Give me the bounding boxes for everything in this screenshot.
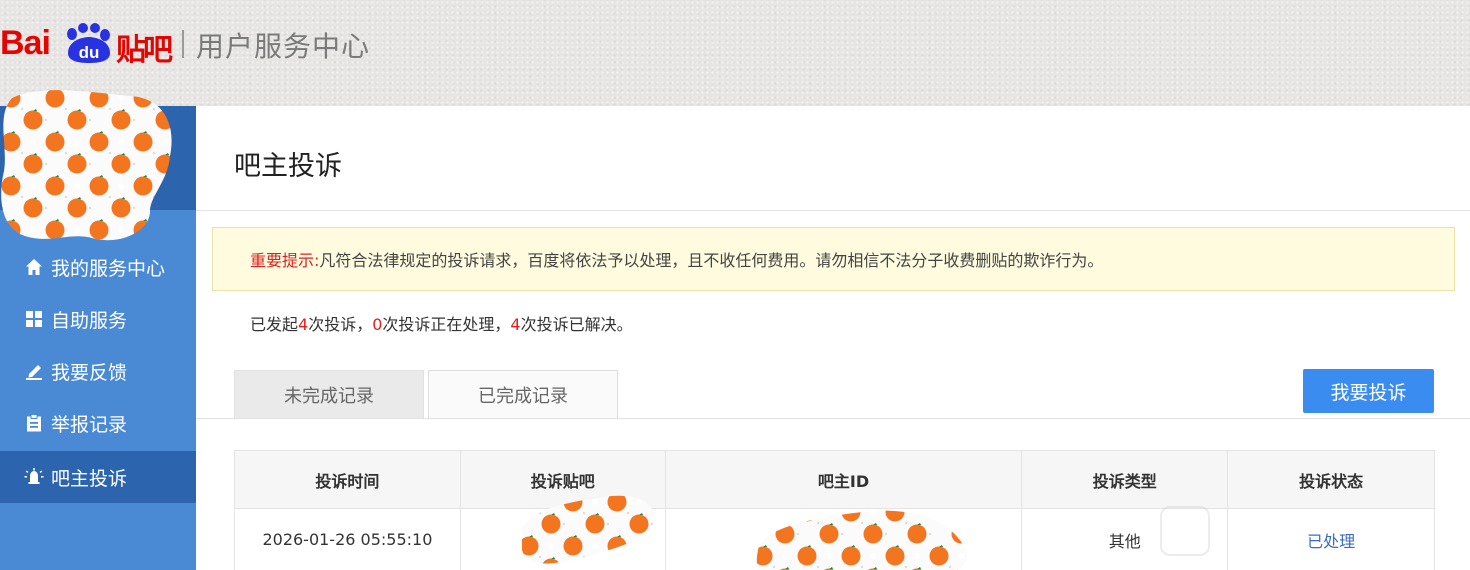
summary-total-count: 4 [298, 315, 309, 334]
cell-status: 已处理 [1227, 508, 1435, 570]
logo-bai-text: Bai [0, 24, 51, 62]
logo-du-text: du [79, 43, 100, 62]
column-header-status: 投诉状态 [1227, 450, 1435, 509]
summary-text-3: 次投诉已解决。 [520, 315, 633, 334]
tabs-divider [196, 418, 1470, 419]
important-notice: 重要提示: 凡符合法律规定的投诉请求，百度将依法予以处理，且不收任何费用。请勿相… [212, 227, 1455, 291]
watermark-logo [1160, 506, 1210, 556]
sidebar-item-owner-complaint[interactable]: 吧主投诉 [0, 451, 196, 503]
title-divider [196, 210, 1470, 211]
cell-time: 2026-01-26 05:55:10 [234, 508, 461, 570]
edit-icon [24, 361, 44, 381]
tab-completed-records[interactable]: 已完成记录 [428, 370, 618, 420]
grid-icon [24, 309, 44, 329]
header-divider [182, 30, 184, 58]
redaction-blob-forum [522, 495, 655, 564]
sidebar-item-report-records[interactable]: 举报记录 [0, 397, 196, 449]
page-header: Bai du 贴吧 用户服务中心 [0, 0, 1470, 106]
paw-logo-icon: du [67, 23, 110, 63]
notice-text: 凡符合法律规定的投诉请求，百度将依法予以处理，且不收任何费用。请勿相信不法分子收… [319, 251, 1104, 270]
sidebar-item-label: 自助服务 [51, 309, 128, 332]
home-icon [24, 257, 44, 277]
sidebar-item-self-service[interactable]: 自助服务 [0, 293, 196, 345]
summary-resolved-count: 4 [510, 315, 521, 334]
submit-complaint-button[interactable]: 我要投诉 [1303, 369, 1434, 413]
sidebar-item-label: 吧主投诉 [51, 467, 128, 490]
sidebar-item-feedback[interactable]: 我要反馈 [0, 345, 196, 397]
baidu-tieba-logo[interactable]: Bai du 贴吧 [0, 0, 190, 70]
sidebar-item-my-service-center[interactable]: 我的服务中心 [0, 241, 196, 293]
clipboard-icon [24, 413, 44, 433]
summary-prefix: 已发起 [250, 315, 299, 334]
complaint-summary: 已发起4次投诉，0次投诉正在处理，4次投诉已解决。 [250, 311, 633, 335]
alarm-icon [24, 467, 44, 487]
sidebar-item-label: 举报记录 [51, 413, 128, 436]
status-link[interactable]: 已处理 [1307, 532, 1355, 551]
page-title: 吧主投诉 [234, 151, 342, 182]
sidebar-nav: 我的服务中心 自助服务 我要反馈 举报记录 吧主投诉 [0, 241, 196, 503]
redaction-blob-owner-id [756, 510, 968, 570]
summary-text-2: 次投诉正在处理， [382, 315, 511, 334]
summary-text-1: 次投诉， [308, 315, 373, 334]
tab-incomplete-records[interactable]: 未完成记录 [234, 370, 424, 419]
notice-label: 重要提示: [250, 251, 320, 270]
header-title: 用户服务中心 [196, 30, 371, 63]
avatar[interactable] [0, 86, 175, 244]
summary-processing-count: 0 [372, 315, 383, 334]
column-header-time: 投诉时间 [234, 450, 461, 509]
sidebar-item-label: 我要反馈 [51, 361, 128, 384]
column-header-type: 投诉类型 [1021, 450, 1229, 509]
sidebar-item-label: 我的服务中心 [51, 257, 166, 280]
logo-tieba-text: 贴吧 [116, 33, 173, 68]
